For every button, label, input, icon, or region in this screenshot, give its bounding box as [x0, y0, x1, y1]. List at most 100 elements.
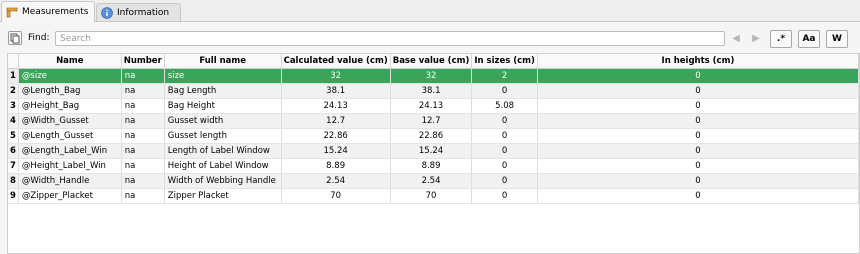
row-number[interactable]: 1 — [8, 68, 19, 84]
cell-name[interactable]: @Zipper_Placket — [18, 188, 122, 204]
row-number[interactable]: 2 — [8, 83, 19, 99]
row-number[interactable]: 9 — [8, 188, 19, 204]
cell-in-heights[interactable]: 0 — [537, 188, 859, 204]
row-number[interactable]: 4 — [8, 113, 19, 129]
tab-information[interactable]: Information — [96, 3, 181, 21]
cell-calculated-value[interactable]: 22.86 — [281, 128, 391, 144]
cell-base-value[interactable]: 12.7 — [390, 113, 473, 129]
cell-name[interactable]: @Height_Bag — [18, 98, 122, 114]
cell-number[interactable]: na — [121, 113, 165, 129]
cell-base-value[interactable]: 22.86 — [390, 128, 473, 144]
cell-name[interactable]: @Height_Label_Win — [18, 158, 122, 174]
table-row[interactable]: 3 @Height_Bag na Bag Height 24.13 24.13 5.08 0 — [8, 98, 859, 114]
cell-in-heights[interactable]: 0 — [537, 83, 859, 99]
cell-in-heights[interactable]: 0 — [537, 113, 859, 129]
cell-number[interactable]: na — [121, 143, 165, 159]
column-header-full-name[interactable]: Full name — [164, 54, 282, 69]
cell-in-sizes[interactable]: 0 — [471, 143, 538, 159]
cell-name[interactable]: @size — [18, 68, 122, 84]
cell-base-value[interactable]: 32 — [390, 68, 473, 84]
cell-number[interactable]: na — [121, 83, 165, 99]
cell-base-value[interactable]: 70 — [390, 188, 473, 204]
tab-measurements[interactable]: Measurements — [1, 1, 95, 22]
cell-in-heights[interactable]: 0 — [537, 143, 859, 159]
search-input[interactable] — [55, 31, 725, 46]
cell-in-sizes[interactable]: 0 — [471, 188, 538, 204]
table-row[interactable]: 2 @Length_Bag na Bag Length 38.1 38.1 0 0 — [8, 83, 859, 99]
cell-calculated-value[interactable]: 15.24 — [281, 143, 391, 159]
whole-word-toggle-button[interactable]: W — [826, 30, 848, 48]
cell-in-heights[interactable]: 0 — [537, 173, 859, 189]
cell-calculated-value[interactable]: 24.13 — [281, 98, 391, 114]
cell-in-sizes[interactable]: 0 — [471, 113, 538, 129]
find-next-button[interactable]: ▶ — [748, 31, 764, 46]
cell-name[interactable]: @Length_Label_Win — [18, 143, 122, 159]
cell-in-sizes[interactable]: 2 — [471, 68, 538, 84]
table-row[interactable]: 5 @Length_Gusset na Gusset length 22.86 22.86… — [8, 128, 859, 144]
row-number[interactable]: 6 — [8, 143, 19, 159]
cell-name[interactable]: @Width_Handle — [18, 173, 122, 189]
column-header-in-sizes[interactable]: In sizes (cm) — [471, 54, 538, 69]
cell-base-value[interactable]: 38.1 — [390, 83, 473, 99]
column-header-in-heights[interactable]: In heights (cm) — [537, 54, 859, 69]
column-header-name[interactable]: Name — [18, 54, 122, 69]
regex-toggle-button[interactable]: .* — [770, 30, 792, 48]
column-header-number[interactable]: Number — [121, 54, 165, 69]
column-header-calculated-value[interactable]: Calculated value (cm) — [281, 54, 391, 69]
cell-full-name[interactable]: Gusset width — [164, 113, 282, 129]
cell-in-sizes[interactable]: 5.08 — [471, 98, 538, 114]
cell-full-name[interactable]: Height of Label Window — [164, 158, 282, 174]
cell-in-heights[interactable]: 0 — [537, 68, 859, 84]
cell-calculated-value[interactable]: 12.7 — [281, 113, 391, 129]
find-previous-button[interactable]: ◀ — [728, 31, 744, 46]
cell-number[interactable]: na — [121, 173, 165, 189]
cell-number[interactable]: na — [121, 188, 165, 204]
ruler-icon — [6, 6, 18, 18]
row-number[interactable]: 7 — [8, 158, 19, 174]
cell-in-sizes[interactable]: 0 — [471, 158, 538, 174]
cell-full-name[interactable]: Gusset length — [164, 128, 282, 144]
cell-number[interactable]: na — [121, 158, 165, 174]
cell-in-heights[interactable]: 0 — [537, 128, 859, 144]
cell-in-sizes[interactable]: 0 — [471, 83, 538, 99]
cell-calculated-value[interactable]: 32 — [281, 68, 391, 84]
row-number[interactable]: 3 — [8, 98, 19, 114]
row-number[interactable]: 5 — [8, 128, 19, 144]
cell-in-sizes[interactable]: 0 — [471, 128, 538, 144]
cell-calculated-value[interactable]: 2.54 — [281, 173, 391, 189]
cell-full-name[interactable]: size — [164, 68, 282, 84]
cell-calculated-value[interactable]: 8.89 — [281, 158, 391, 174]
cell-full-name[interactable]: Bag Height — [164, 98, 282, 114]
cell-base-value[interactable]: 2.54 — [390, 173, 473, 189]
cell-full-name[interactable]: Zipper Placket — [164, 188, 282, 204]
table-row[interactable]: 6 @Length_Label_Win na Length of Label Wind… — [8, 143, 859, 159]
cell-name[interactable]: @Length_Gusset — [18, 128, 122, 144]
cell-full-name[interactable]: Length of Label Window — [164, 143, 282, 159]
cell-calculated-value[interactable]: 70 — [281, 188, 391, 204]
cell-calculated-value[interactable]: 38.1 — [281, 83, 391, 99]
match-case-toggle-button[interactable]: Aa — [798, 30, 820, 48]
cell-base-value[interactable]: 8.89 — [390, 158, 473, 174]
table-row[interactable]: 1 @size na size 32 32 2 0 — [8, 68, 859, 84]
cell-base-value[interactable]: 24.13 — [390, 98, 473, 114]
cell-full-name[interactable]: Width of Webbing Handle — [164, 173, 282, 189]
row-number[interactable]: 8 — [8, 173, 19, 189]
table-row[interactable]: 4 @Width_Gusset na Gusset width 12.7 12.7 0 0 — [8, 113, 859, 129]
cell-number[interactable]: na — [121, 98, 165, 114]
cell-base-value[interactable]: 15.24 — [390, 143, 473, 159]
column-header-base-value[interactable]: Base value (cm) — [390, 54, 473, 69]
arrow-left-icon: ◀ — [732, 33, 740, 44]
cell-number[interactable]: na — [121, 128, 165, 144]
cell-in-heights[interactable]: 0 — [537, 98, 859, 114]
table-row[interactable]: 8 @Width_Handle na Width of Webbing Handle 2… — [8, 173, 859, 189]
cell-full-name[interactable]: Bag Length — [164, 83, 282, 99]
table-row[interactable]: 9 @Zipper_Placket na Zipper Placket 70 70 0 0 — [8, 188, 859, 204]
cell-number[interactable]: na — [121, 68, 165, 84]
cell-name[interactable]: @Length_Bag — [18, 83, 122, 99]
table-row[interactable]: 7 @Height_Label_Win na Height of Label Wind… — [8, 158, 859, 174]
find-options-icon[interactable] — [8, 31, 22, 45]
cell-in-sizes[interactable]: 0 — [471, 173, 538, 189]
cell-name[interactable]: @Width_Gusset — [18, 113, 122, 129]
tab-information-label: Information — [117, 7, 170, 18]
cell-in-heights[interactable]: 0 — [537, 158, 859, 174]
